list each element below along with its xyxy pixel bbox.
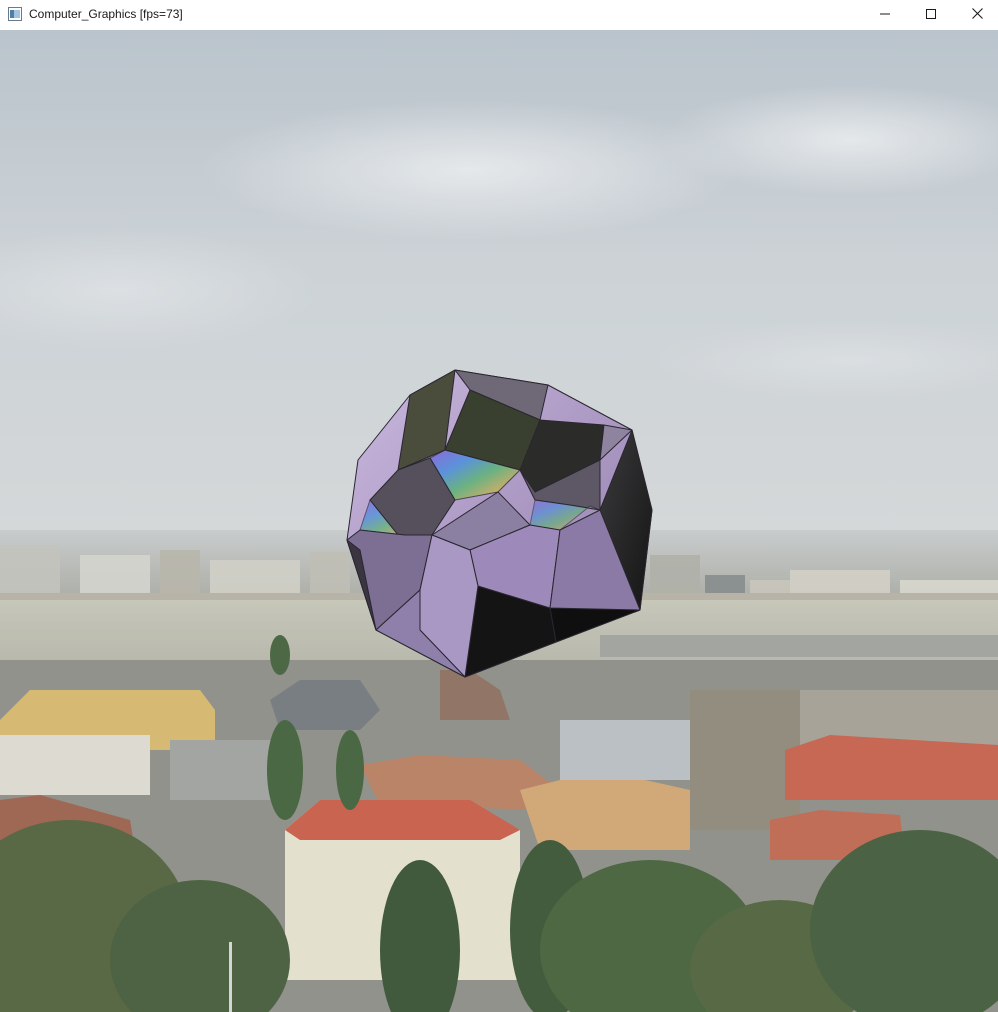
render-viewport[interactable] [0, 30, 998, 1012]
title-bar[interactable]: Computer_Graphics [fps=73] [0, 0, 998, 30]
close-icon [971, 6, 983, 24]
window-title: Computer_Graphics [fps=73] [29, 7, 183, 21]
maximize-button[interactable] [908, 0, 954, 30]
maximize-icon [926, 6, 936, 24]
minimize-icon [880, 6, 890, 24]
scene-canvas [0, 30, 998, 1012]
application-window: Computer_Graphics [fps=73] [0, 0, 998, 1012]
close-button[interactable] [954, 0, 998, 30]
minimize-button[interactable] [862, 0, 908, 30]
app-icon [8, 7, 22, 21]
